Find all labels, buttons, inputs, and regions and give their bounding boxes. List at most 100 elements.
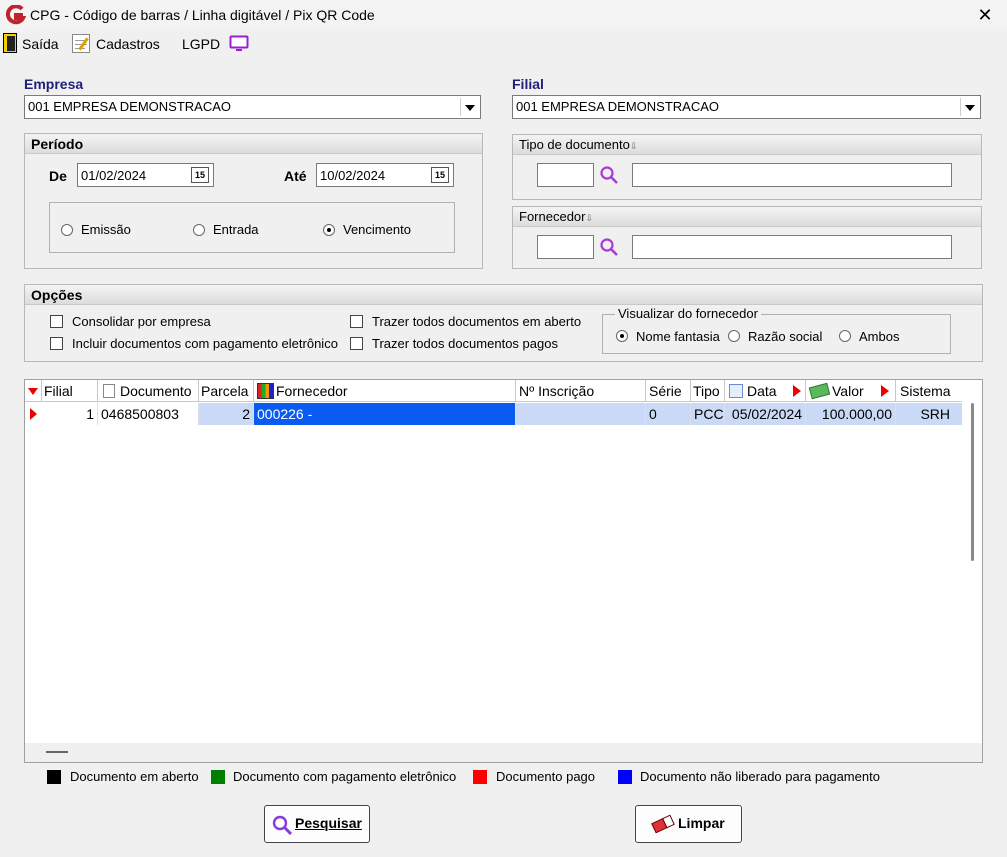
close-button[interactable]: ✕ bbox=[974, 4, 996, 26]
de-date-input[interactable]: 01/02/2024 15 bbox=[77, 163, 214, 187]
col-valor-label: Valor bbox=[832, 383, 864, 399]
window-title: CPG - Código de barras / Linha digitável… bbox=[30, 7, 375, 23]
cell-valor[interactable]: 100.000,00 bbox=[806, 403, 896, 425]
calendar-icon[interactable]: 15 bbox=[191, 167, 209, 183]
search-icon[interactable] bbox=[599, 237, 619, 257]
sort-arrow-icon bbox=[881, 385, 889, 397]
radio-vencimento[interactable] bbox=[323, 224, 335, 236]
radio-razao-social-label: Razão social bbox=[748, 329, 823, 344]
radio-emissao[interactable] bbox=[61, 224, 73, 236]
scrollbar-thumb[interactable] bbox=[971, 403, 974, 561]
sort-arrow-icon: ⇩ bbox=[629, 141, 638, 151]
col-serie[interactable]: Série bbox=[646, 380, 691, 402]
cell-tipo[interactable]: PCC bbox=[691, 403, 725, 425]
legend-nao-liberado: Documento não liberado para pagamento bbox=[640, 769, 880, 784]
calendar-icon bbox=[729, 384, 743, 398]
empresa-select[interactable]: 001 EMPRESA DEMONSTRACAO bbox=[24, 95, 481, 119]
radio-razao-social[interactable] bbox=[728, 330, 740, 342]
check-todos-abertos-label: Trazer todos documentos em aberto bbox=[372, 314, 582, 329]
col-parcela[interactable]: Parcela bbox=[199, 380, 254, 402]
pesquisar-label: Pesquisar bbox=[295, 815, 362, 831]
ate-date-input[interactable]: 10/02/2024 15 bbox=[316, 163, 454, 187]
fornecedor-header: Fornecedor⇩ bbox=[513, 207, 981, 227]
horizontal-scrollbar[interactable] bbox=[25, 743, 982, 762]
col-inscricao[interactable]: Nº Inscrição bbox=[516, 380, 646, 402]
radio-ambos[interactable] bbox=[839, 330, 851, 342]
exit-door-icon bbox=[3, 33, 17, 53]
monitor-icon[interactable] bbox=[229, 35, 249, 53]
col-documento[interactable]: Documento bbox=[98, 380, 199, 402]
row-pointer-icon bbox=[30, 408, 37, 420]
tipo-documento-header: Tipo de documento⇩ bbox=[513, 135, 981, 155]
col-fornecedor-label: Fornecedor bbox=[276, 383, 348, 399]
col-tipo[interactable]: Tipo bbox=[691, 380, 725, 402]
check-consolidar-label: Consolidar por empresa bbox=[72, 314, 211, 329]
filial-select[interactable]: 001 EMPRESA DEMONSTRACAO bbox=[512, 95, 981, 119]
legend-swatch-eletronico bbox=[211, 770, 225, 784]
tipo-documento-desc-input[interactable] bbox=[632, 163, 952, 187]
sort-arrow-icon bbox=[793, 385, 801, 397]
chevron-down-icon[interactable] bbox=[460, 98, 478, 116]
filial-label: Filial bbox=[512, 76, 544, 92]
radio-nome-fantasia-label: Nome fantasia bbox=[636, 329, 720, 344]
menu-cadastros[interactable]: Cadastros bbox=[96, 34, 160, 54]
legend-aberto: Documento em aberto bbox=[70, 769, 199, 784]
pesquisar-button[interactable]: Pesquisar bbox=[264, 805, 370, 843]
check-todos-pagos[interactable] bbox=[350, 337, 363, 350]
ate-date-value: 10/02/2024 bbox=[320, 168, 386, 183]
document-icon bbox=[103, 384, 115, 398]
ate-label: Até bbox=[284, 168, 307, 184]
legend-swatch-aberto bbox=[47, 770, 61, 784]
col-data[interactable]: Data bbox=[725, 380, 806, 402]
limpar-label: Limpar bbox=[678, 815, 725, 831]
limpar-button[interactable]: Limpar bbox=[635, 805, 742, 843]
scrollbar-thumb[interactable] bbox=[46, 751, 68, 753]
results-grid[interactable]: Filial Documento Parcela Fornecedor Nº I… bbox=[24, 379, 983, 763]
row-indicator[interactable] bbox=[25, 403, 42, 425]
money-icon bbox=[808, 382, 831, 400]
grid-indicator-header bbox=[25, 380, 42, 402]
cell-parcela[interactable]: 2 bbox=[199, 403, 254, 425]
col-data-label: Data bbox=[747, 383, 777, 399]
cell-data[interactable]: 05/02/2024 bbox=[725, 403, 806, 425]
menu-lgpd[interactable]: LGPD bbox=[182, 34, 220, 54]
cell-inscricao[interactable] bbox=[516, 403, 646, 425]
radio-ambos-label: Ambos bbox=[859, 329, 900, 344]
check-todos-abertos[interactable] bbox=[350, 315, 363, 328]
eraser-icon bbox=[651, 814, 675, 834]
cell-fornecedor[interactable]: 000226 - bbox=[254, 403, 516, 425]
tipo-documento-code-input[interactable] bbox=[537, 163, 594, 187]
de-label: De bbox=[49, 168, 67, 184]
radio-entrada[interactable] bbox=[193, 224, 205, 236]
legend-swatch-pago bbox=[473, 770, 487, 784]
check-pagamento-eletronico[interactable] bbox=[50, 337, 63, 350]
fornecedor-code-input[interactable] bbox=[537, 235, 594, 259]
legend-eletronico: Documento com pagamento eletrônico bbox=[233, 769, 457, 784]
vertical-scrollbar[interactable] bbox=[964, 403, 982, 743]
search-icon[interactable] bbox=[599, 165, 619, 185]
check-todos-pagos-label: Trazer todos documentos pagos bbox=[372, 336, 558, 351]
radio-nome-fantasia[interactable] bbox=[616, 330, 628, 342]
search-icon bbox=[272, 815, 293, 836]
col-sistema[interactable]: Sistema bbox=[896, 380, 962, 402]
app-logo-icon bbox=[6, 5, 26, 25]
col-fornecedor[interactable]: Fornecedor bbox=[254, 380, 516, 402]
sort-arrow-icon: ⇩ bbox=[585, 213, 594, 223]
cell-filial[interactable]: 1 bbox=[42, 403, 98, 425]
cell-serie[interactable]: 0 bbox=[646, 403, 691, 425]
cell-sistema[interactable]: SRH bbox=[896, 403, 962, 425]
check-consolidar[interactable] bbox=[50, 315, 63, 328]
col-valor[interactable]: Valor bbox=[806, 380, 896, 402]
supplier-icon bbox=[257, 383, 274, 399]
empresa-select-value: 001 EMPRESA DEMONSTRACAO bbox=[28, 99, 231, 114]
chevron-down-icon[interactable] bbox=[960, 98, 978, 116]
radio-emissao-label: Emissão bbox=[81, 222, 131, 237]
menu-saida[interactable]: Saída bbox=[22, 34, 59, 54]
cell-documento[interactable]: 0468500803 bbox=[98, 403, 199, 425]
radio-vencimento-label: Vencimento bbox=[343, 222, 411, 237]
calendar-icon[interactable]: 15 bbox=[431, 167, 449, 183]
col-filial[interactable]: Filial bbox=[42, 380, 98, 402]
legend-swatch-nao-liberado bbox=[618, 770, 632, 784]
fornecedor-desc-input[interactable] bbox=[632, 235, 952, 259]
periodo-header: Período bbox=[25, 134, 482, 154]
